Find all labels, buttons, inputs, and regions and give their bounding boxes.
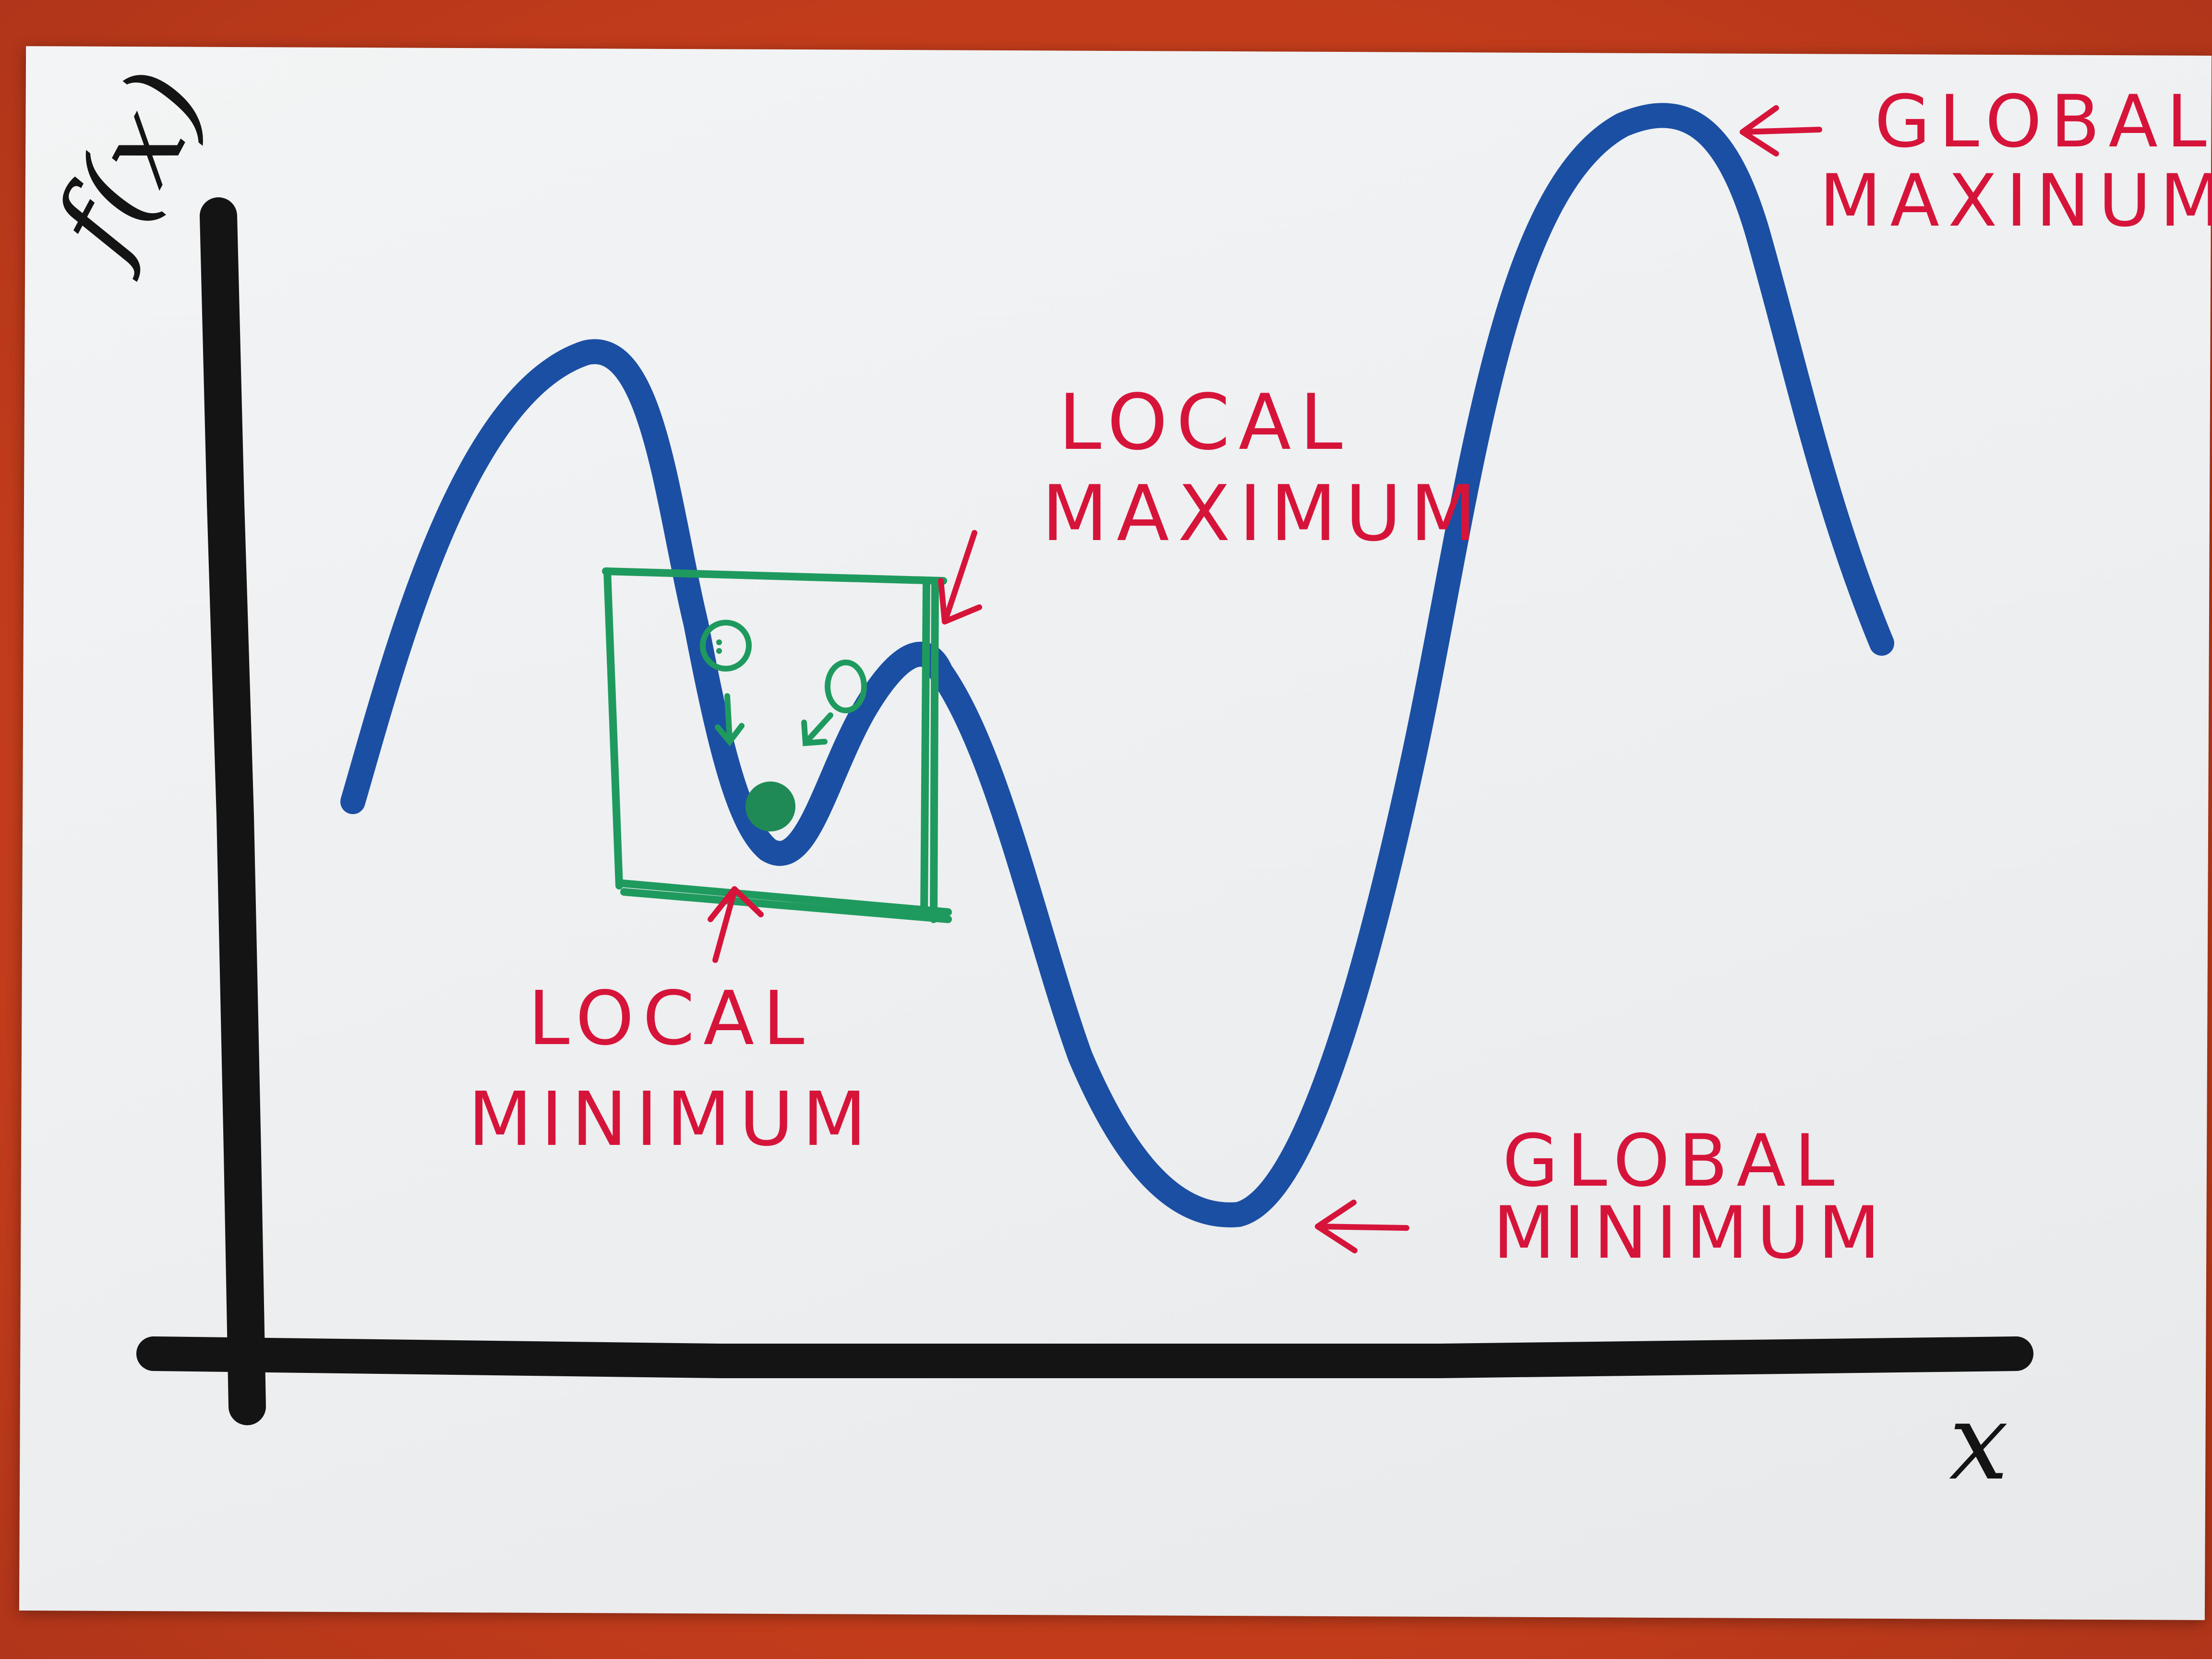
arrow-global-minimum-icon (1315, 1200, 1409, 1253)
highlight-box-left (603, 567, 623, 890)
arrow-local-maximum-icon (938, 530, 982, 625)
label-global-maximum-line2: MAXINUM (1819, 159, 2212, 243)
label-local-minimum-line1: LOCAL (528, 975, 813, 1062)
label-local-minimum-line2: MINIMUM (468, 1076, 875, 1163)
ball-start-right (825, 660, 867, 713)
arrow-diagonal-icon (801, 712, 833, 746)
annotation-labels: GLOBAL MAXINUM LOCAL MAXIMUM LOCAL MINIM… (468, 80, 2212, 1275)
label-local-maximum-line2: MAXIMUM (1042, 469, 1485, 558)
y-axis (200, 197, 266, 1425)
label-global-minimum-line2: MINIMUM (1493, 1191, 1889, 1275)
label-global-minimum-line1: GLOBAL (1503, 1119, 1843, 1203)
label-global-maximum-line1: GLOBAL (1875, 80, 2212, 164)
x-axis-label: x (1949, 1381, 2008, 1503)
label-local-maximum-line1: LOCAL (1058, 377, 1351, 467)
arrow-global-maximum-icon (1740, 105, 1822, 156)
highlight-box-right-2 (920, 579, 930, 918)
ball-highlight-dot (716, 639, 722, 645)
x-axis (136, 1336, 2033, 1378)
ball-highlight-dot (716, 648, 722, 654)
ball-at-minimum (745, 781, 795, 831)
hand-drawn-diagram: f(x) x GLOBAL MAXINUM LOCAL MAXIMUM LOCA… (26, 50, 2212, 1503)
highlight-box (602, 567, 952, 923)
highlight-box-top (602, 567, 947, 585)
highlight-box-right (930, 577, 939, 923)
